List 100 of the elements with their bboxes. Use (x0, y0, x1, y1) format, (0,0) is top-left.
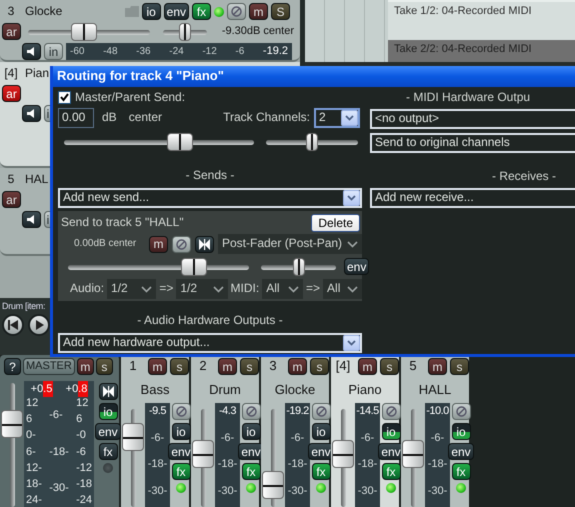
scale-label: 12 (26, 397, 40, 410)
send-readout: 0.00dB center (73, 238, 138, 250)
mono-button[interactable] (98, 383, 118, 400)
phase-button[interactable] (227, 3, 246, 20)
solo-button[interactable]: S (271, 3, 290, 20)
fx-button[interactable]: fx (382, 463, 400, 480)
fx-button[interactable]: fx (452, 463, 470, 480)
volume-slider[interactable] (68, 256, 249, 277)
channels-dropdown[interactable]: 2 (314, 108, 360, 128)
solo-button[interactable]: s (96, 358, 113, 375)
arm-button[interactable]: ar (2, 191, 21, 208)
solo-button[interactable]: s (310, 358, 329, 375)
volume-fader[interactable] (332, 409, 354, 507)
fx-button[interactable]: fx (242, 463, 260, 480)
arm-button[interactable]: ar (2, 23, 21, 40)
solo-button[interactable]: s (240, 358, 259, 375)
mode-dropdown[interactable]: Post-Fader (Post-Pan) (218, 234, 362, 254)
phase-button[interactable] (382, 403, 400, 420)
play-button[interactable] (28, 314, 50, 336)
envelope-button[interactable]: env (344, 258, 370, 276)
take-item[interactable]: Take 1/2: 04-Recorded MIDI (388, 0, 575, 40)
midi-destination-dropdown[interactable]: All (323, 279, 362, 299)
phase-button[interactable] (452, 403, 470, 420)
add-hardware-output-dropdown[interactable]: Add new hardware output... (58, 333, 362, 353)
envelope-button[interactable]: env (164, 3, 189, 20)
phase-button[interactable] (172, 403, 190, 420)
solo-button[interactable]: s (380, 358, 399, 375)
volume-fader[interactable] (122, 409, 144, 507)
channel-strip[interactable]: 3 m s Glocke -19.2 -6- -18- -30- io env fx (261, 355, 329, 507)
pan-slider[interactable] (261, 256, 336, 277)
pan-slider[interactable] (266, 132, 358, 152)
slider-thumb[interactable] (306, 133, 318, 151)
volume-slider[interactable] (28, 22, 150, 42)
volume-fader[interactable] (192, 409, 214, 507)
mute-button[interactable]: m (358, 358, 377, 375)
fx-button[interactable]: fx (192, 3, 211, 20)
phase-button[interactable] (312, 403, 330, 420)
add-send-dropdown[interactable]: Add new send... (58, 188, 362, 208)
solo-button[interactable]: s (170, 358, 189, 375)
fader-thumb[interactable] (192, 440, 214, 468)
mute-button[interactable]: m (76, 358, 94, 375)
mute-button[interactable]: m (218, 358, 237, 375)
io-button[interactable]: io (312, 423, 330, 440)
volume-fader[interactable] (1, 383, 23, 507)
io-button[interactable]: io (172, 423, 190, 440)
solo-button[interactable]: s (450, 358, 469, 375)
mute-speaker-button[interactable] (22, 105, 41, 122)
volume-slider[interactable] (64, 132, 254, 152)
audio-source-dropdown[interactable]: 1/2 (107, 279, 156, 299)
scale-label: -6- (49, 409, 64, 422)
phase-button[interactable] (242, 403, 260, 420)
mute-button[interactable]: m (288, 358, 307, 375)
volume-fader[interactable] (262, 409, 284, 507)
scale-label: -18- (288, 458, 308, 471)
mute-button[interactable]: m (149, 236, 168, 253)
slider-thumb[interactable] (181, 258, 208, 276)
fx-button[interactable]: fx (98, 443, 118, 460)
io-button[interactable]: io (142, 3, 161, 20)
slider-thumb[interactable] (292, 258, 304, 276)
pan-slider[interactable] (163, 22, 207, 42)
envelope-button[interactable]: env (95, 423, 121, 440)
fader-thumb[interactable] (1, 410, 23, 438)
channel-strip[interactable]: 2 m s Drum -4.3 -6- -18- -30- io env fx (191, 355, 259, 507)
mute-button[interactable]: m (148, 358, 167, 375)
midi-source-dropdown[interactable]: All (262, 279, 304, 299)
meter-tick: -36 (136, 46, 151, 58)
input-button[interactable]: in (44, 43, 63, 60)
help-button[interactable]: ? (4, 358, 21, 375)
audio-destination-dropdown[interactable]: 1/2 (176, 279, 228, 299)
scale-label: -18- (148, 458, 168, 471)
fader-thumb[interactable] (402, 440, 424, 468)
delete-button[interactable]: Delete (311, 214, 360, 232)
midi-output-field[interactable]: <no output> (370, 109, 575, 129)
io-button[interactable]: io (242, 423, 260, 440)
volume-field[interactable]: 0.00 (58, 108, 94, 128)
mute-speaker-button[interactable] (22, 43, 41, 60)
envelope-button[interactable]: env (448, 443, 474, 460)
fader-thumb[interactable] (122, 423, 144, 451)
mono-button[interactable] (195, 236, 214, 253)
arm-button[interactable]: ar (2, 85, 21, 102)
fx-button[interactable]: fx (312, 463, 330, 480)
master-label: MASTER (23, 358, 75, 375)
mute-button[interactable]: m (428, 358, 447, 375)
mute-speaker-button[interactable] (22, 211, 41, 228)
slider-thumb[interactable] (167, 133, 194, 151)
phase-button[interactable] (172, 236, 191, 253)
channel-strip[interactable]: 1 m s Bass -9.5 -6- -18- -30- io env fx (121, 355, 189, 507)
fx-button[interactable]: fx (172, 463, 190, 480)
go-to-start-button[interactable] (2, 314, 24, 336)
mute-button[interactable]: m (249, 3, 268, 20)
slider-thumb[interactable] (71, 22, 98, 40)
checkbox[interactable] (58, 91, 71, 104)
slider-thumb[interactable] (179, 22, 191, 40)
track-header[interactable]: 3 Glocke io env fx m S ar -9.30dB center in -60 -48 -36 -24 -12 -6 -19.2 (0, 0, 300, 62)
channel-strip[interactable]: [4] m s Piano -14.5 -6- -18- -30- io env fx (331, 355, 399, 507)
midi-channels-field[interactable]: Send to original channels (370, 133, 575, 153)
fader-thumb[interactable] (332, 440, 354, 468)
volume-fader[interactable] (402, 409, 424, 507)
add-receive-field[interactable]: Add new receive... (370, 188, 575, 208)
fader-thumb[interactable] (262, 470, 284, 499)
